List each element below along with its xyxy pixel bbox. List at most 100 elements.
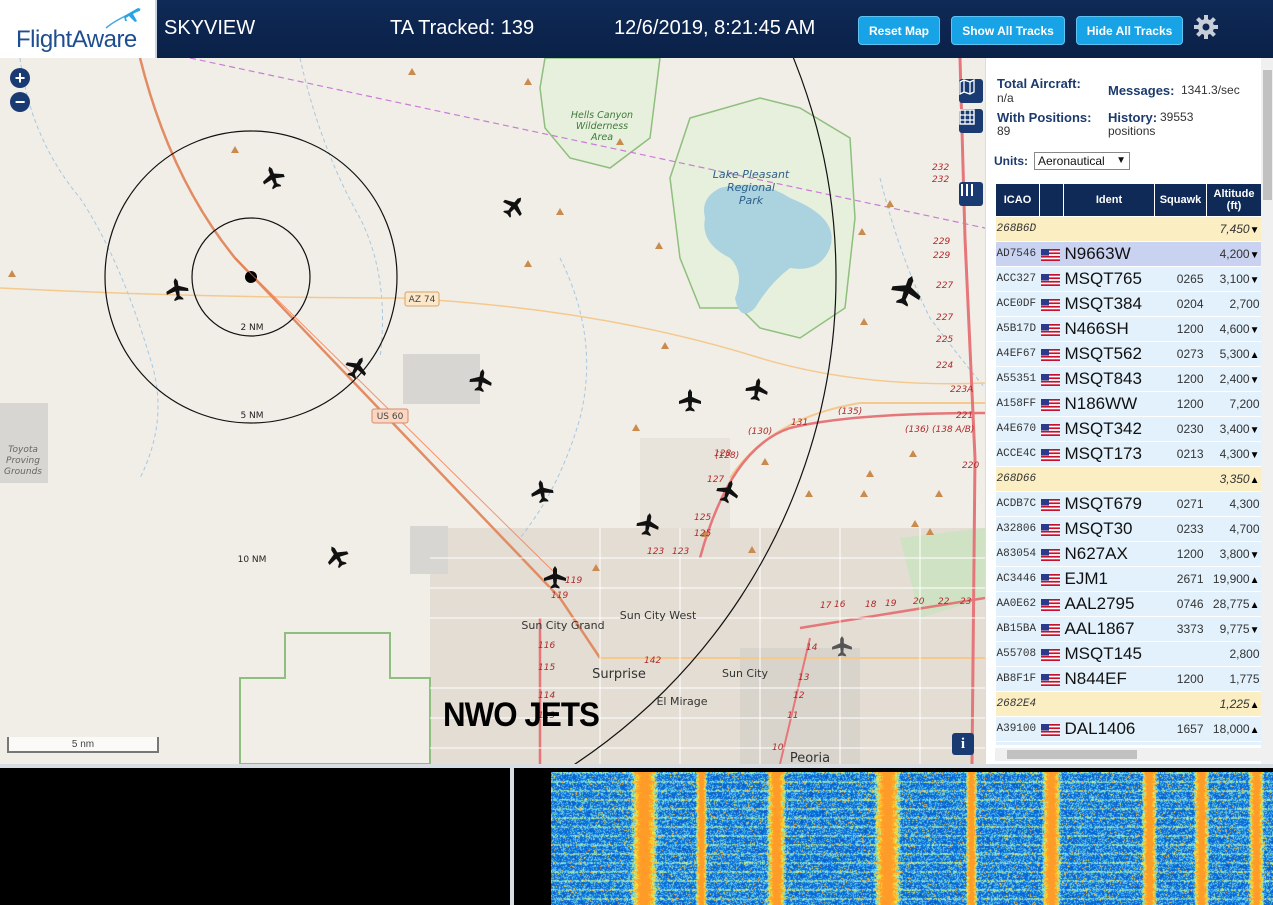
flag-cell	[1039, 641, 1064, 667]
show-all-tracks-button[interactable]: Show All Tracks	[951, 16, 1065, 45]
col-altitude[interactable]: Altitude (ft)	[1206, 183, 1261, 217]
flag-cell	[1039, 366, 1064, 392]
trend-arrow-icon: ▲	[1249, 725, 1260, 736]
table-row[interactable]: A55351 MSQT843 1200 2,400▼	[995, 366, 1261, 392]
table-row[interactable]: ACE621 SKW3133130412,700▼	[995, 741, 1261, 745]
table-row[interactable]: A4EF67 MSQT562 0273 5,300▲	[995, 341, 1261, 367]
info-button[interactable]: i	[952, 733, 974, 755]
col-flag[interactable]	[1039, 183, 1064, 217]
total-aircraft-value: n/a	[997, 91, 1014, 105]
exit-number-label: 17	[820, 601, 832, 611]
table-row[interactable]: A39100 DAL1406 1657 18,000▲	[995, 716, 1261, 742]
table-row[interactable]: AB8F1F N844EF 1200 1,775	[995, 666, 1261, 692]
exit-number-label: 14	[806, 643, 818, 653]
scrollbar-thumb[interactable]	[1263, 70, 1272, 200]
flightaware-logo[interactable]: FlightAware	[0, 0, 157, 58]
exit-number-label: 20	[913, 597, 925, 607]
icao-cell: A55708	[995, 641, 1040, 667]
exit-number-label: 12	[793, 691, 805, 701]
trend-arrow-icon: ▲	[1249, 350, 1260, 361]
place-label: Proving	[6, 456, 40, 466]
table-row[interactable]: ACC327 MSQT765 0265 3,100▼	[995, 266, 1261, 292]
svg-text:AZ 74: AZ 74	[409, 295, 436, 305]
table-row[interactable]: A5B17D N466SH 1200 4,600▼	[995, 316, 1261, 342]
squawk-cell: 0273	[1154, 341, 1207, 367]
aircraft-icon[interactable]	[744, 376, 770, 402]
units-value: Aeronautical	[1038, 154, 1105, 168]
flag-cell	[1039, 691, 1064, 717]
altitude-value: 7,200	[1229, 397, 1260, 411]
col-ident[interactable]: Ident	[1063, 183, 1155, 217]
icao-cell: AA0E62	[995, 591, 1040, 617]
altitude-value: 2,800	[1229, 647, 1260, 661]
map-view[interactable]: 2 NM 5 NM 10 NM AZ 74 US 60 Hells Canyon…	[0, 58, 985, 764]
table-row[interactable]: A55708 MSQT145 2,800	[995, 641, 1261, 667]
horizontal-scrollbar[interactable]	[995, 748, 1261, 761]
table-row[interactable]: A83054 N627AX 1200 3,800▼	[995, 541, 1261, 567]
aircraft-icon[interactable]	[322, 541, 352, 571]
us-flag-icon	[1040, 549, 1060, 562]
aircraft-icon[interactable]	[888, 271, 926, 310]
park-boundary	[239, 632, 431, 764]
table-row[interactable]: AA0E62 AAL2795 0746 28,775▲	[995, 591, 1261, 617]
zoom-in-button[interactable]: +	[10, 68, 30, 88]
us-flag-icon	[1040, 374, 1060, 387]
scrollbar-thumb[interactable]	[1007, 750, 1137, 759]
aircraft-icon[interactable]	[679, 389, 701, 412]
table-row[interactable]: A158FF N186WW 1200 7,200	[995, 391, 1261, 417]
aircraft-icon[interactable]	[529, 478, 555, 504]
column-toggle-button[interactable]	[959, 182, 983, 206]
us-flag-icon	[1040, 399, 1060, 412]
table-row[interactable]: AD7546 N9663W 4,200▼	[995, 241, 1261, 267]
table-row[interactable]: A4E670 MSQT342 0230 3,400▼	[995, 416, 1261, 442]
aircraft-icon[interactable]	[498, 191, 529, 222]
table-row[interactable]: A32806 MSQT30 0233 4,700	[995, 516, 1261, 542]
squawk-cell: 1200	[1154, 366, 1207, 392]
exit-number-label: 127	[707, 475, 724, 485]
altitude-value: 5,300	[1219, 347, 1250, 361]
units-select[interactable]: Aeronautical ▼	[1034, 152, 1130, 170]
aircraft-icon[interactable]	[259, 163, 287, 192]
table-row[interactable]: AB15BA AAL1867 3373 9,775▼	[995, 616, 1261, 642]
bottom-panel	[0, 764, 1273, 905]
altitude-cell: 12,700▼	[1206, 741, 1261, 745]
top-header: FlightAware SKYVIEW TA Tracked: 139 12/6…	[0, 0, 1273, 58]
col-icao[interactable]: ICAO	[995, 183, 1040, 217]
exit-number-label: 225	[936, 335, 953, 345]
receiver-dot	[245, 271, 257, 283]
altitude-cell: 3,350▲	[1206, 466, 1261, 492]
grid-toggle-button[interactable]	[959, 109, 983, 133]
place-label: Park	[739, 194, 764, 207]
map-layers-button[interactable]	[959, 79, 983, 103]
altitude-cell: 2,400▼	[1206, 366, 1261, 392]
table-row[interactable]: AC3446 EJM1 2671 19,900▲	[995, 566, 1261, 592]
flag-cell	[1039, 491, 1064, 517]
icao-cell: 2682E4	[995, 691, 1040, 717]
altitude-value: 3,350	[1219, 472, 1250, 486]
icao-cell: A5B17D	[995, 316, 1040, 342]
table-row[interactable]: ACE0DF MSQT384 0204 2,700	[995, 291, 1261, 317]
col-squawk[interactable]: Squawk	[1154, 183, 1207, 217]
exit-number-label: 22	[938, 597, 950, 607]
ident-cell: MSQT843	[1063, 366, 1155, 392]
altitude-value: 2,400	[1219, 372, 1250, 386]
trend-arrow-icon: ▼	[1249, 375, 1260, 386]
ident-cell: MSQT384	[1063, 291, 1155, 317]
table-row[interactable]: 268D66 3,350▲	[995, 466, 1261, 492]
altitude-value: 3,100	[1219, 272, 1250, 286]
table-row[interactable]: 268B6D 7,450▼	[995, 216, 1261, 242]
aircraft-icon[interactable]	[164, 276, 190, 302]
hide-all-tracks-button[interactable]: Hide All Tracks	[1076, 16, 1183, 45]
aircraft-sidebar: Total Aircraft: n/a Messages: 1341.3/sec…	[985, 58, 1273, 764]
trend-arrow-icon: ▼	[1249, 550, 1260, 561]
vertical-scrollbar[interactable]	[1261, 58, 1273, 764]
reset-map-button[interactable]: Reset Map	[858, 16, 940, 45]
table-row[interactable]: 2682E4 1,225▲	[995, 691, 1261, 717]
us-flag-icon	[1040, 274, 1060, 287]
exit-number-label: 11	[787, 711, 798, 721]
table-row[interactable]: ACCE4C MSQT173 0213 4,300▼	[995, 441, 1261, 467]
gear-icon[interactable]	[1193, 14, 1219, 40]
table-row[interactable]: ACDB7C MSQT679 0271 4,300	[995, 491, 1261, 517]
zoom-out-button[interactable]: −	[10, 92, 30, 112]
altitude-value: 4,700	[1229, 522, 1260, 536]
